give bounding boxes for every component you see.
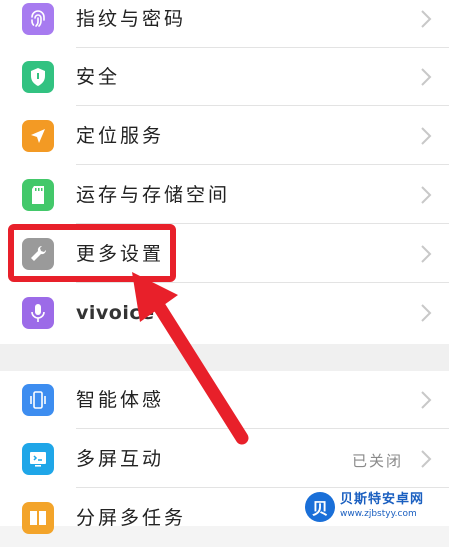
settings-item-vivoice[interactable]: vivoice — [0, 284, 449, 342]
chevron-right-icon — [421, 127, 432, 145]
watermark-title: 贝斯特安卓网 — [340, 492, 425, 507]
divider — [76, 164, 449, 165]
storage-card-icon — [22, 179, 54, 211]
divider — [76, 282, 449, 283]
chevron-right-icon — [421, 186, 432, 204]
divider — [76, 487, 449, 488]
microphone-icon — [22, 297, 54, 329]
settings-item-location[interactable]: 定位服务 — [0, 107, 449, 165]
chevron-right-icon — [421, 391, 432, 409]
settings-group-1: 指纹与密码 安全 定位服务 运存与存储空间 更多设置 vivoice — [0, 0, 449, 344]
chevron-right-icon — [421, 450, 432, 468]
settings-item-label: 定位服务 — [76, 125, 165, 147]
watermark-badge: 贝 — [305, 492, 335, 522]
chevron-right-icon — [421, 304, 432, 322]
chevron-right-icon — [421, 245, 432, 263]
settings-item-storage[interactable]: 运存与存储空间 — [0, 166, 449, 224]
chevron-right-icon — [421, 68, 432, 86]
highlight-box — [8, 224, 176, 282]
watermark-url: www.zjbstyy.com — [340, 509, 417, 519]
watermark-logo: 贝 贝斯特安卓网 www.zjbstyy.com — [305, 490, 445, 524]
status-value: 已关闭 — [351, 452, 403, 470]
phone-motion-icon — [22, 384, 54, 416]
section-gap — [0, 344, 449, 371]
settings-item-fingerprint[interactable]: 指纹与密码 — [0, 0, 449, 48]
settings-item-multiscreen[interactable]: 多屏互动 已关闭 — [0, 430, 449, 488]
fingerprint-icon — [22, 3, 54, 35]
settings-item-label: 安全 — [76, 66, 121, 88]
settings-item-label: 指纹与密码 — [76, 8, 187, 30]
divider — [76, 428, 449, 429]
settings-item-label: vivoice — [76, 302, 155, 324]
settings-item-label: 多屏互动 — [76, 448, 165, 470]
settings-item-security[interactable]: 安全 — [0, 48, 449, 106]
shield-icon — [22, 61, 54, 93]
chevron-right-icon — [421, 10, 432, 28]
split-screen-icon — [22, 502, 54, 534]
screen-cast-icon — [22, 443, 54, 475]
location-arrow-icon — [22, 120, 54, 152]
divider — [76, 105, 449, 106]
settings-item-label: 运存与存储空间 — [76, 184, 231, 206]
settings-item-smart-motion[interactable]: 智能体感 — [0, 371, 449, 429]
settings-item-label: 智能体感 — [76, 389, 165, 411]
